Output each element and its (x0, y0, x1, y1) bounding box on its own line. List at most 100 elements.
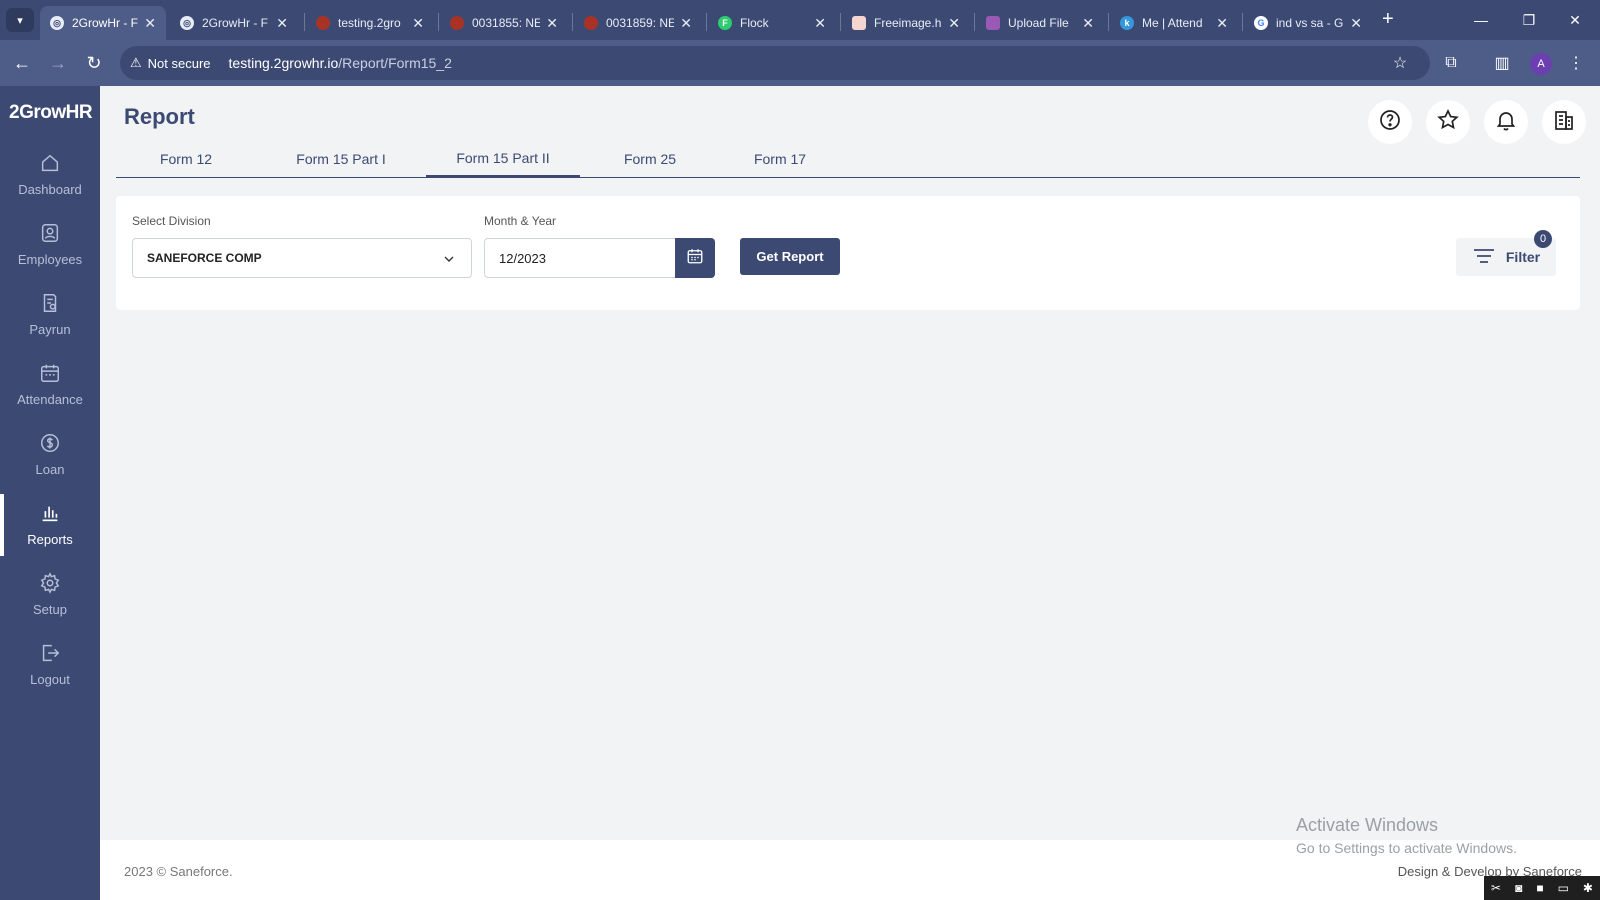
browser-tab[interactable]: Freeimage.h ✕ (842, 6, 970, 40)
puzzle-icon: ⧉ (1445, 54, 1457, 71)
company-button[interactable] (1542, 100, 1586, 144)
forward-button[interactable]: → (46, 51, 70, 75)
close-tab-icon[interactable]: ✕ (680, 15, 692, 32)
reload-icon: ↻ (86, 52, 102, 73)
close-tab-icon[interactable]: ✕ (814, 15, 826, 32)
sidebar-item-label: Attendance (17, 392, 83, 407)
window-icon[interactable]: ▭ (1558, 881, 1569, 895)
close-tab-icon[interactable]: ✕ (276, 15, 288, 32)
close-tab-icon[interactable]: ✕ (546, 15, 558, 32)
browser-tab[interactable]: G ind vs sa - G ✕ (1244, 6, 1372, 40)
page-title: Report (124, 104, 195, 129)
sidebar-item-label: Employees (17, 252, 83, 267)
sidebar-item-label: Reports (27, 532, 73, 547)
tab-search-button[interactable]: ▾ (6, 8, 34, 32)
tab-divider (1108, 13, 1109, 31)
browser-tab[interactable]: F Flock ✕ (708, 6, 836, 40)
settings-icon[interactable]: ✱ (1583, 881, 1593, 895)
url-path: /Report/Form15_2 (338, 55, 452, 71)
security-label: Not secure (147, 55, 211, 71)
camera-icon[interactable]: ◙ (1515, 881, 1522, 895)
freeimage-icon (852, 16, 866, 30)
tab-form-15-part-1[interactable]: Form 15 Part I (266, 140, 416, 178)
saneforce-icon (316, 16, 330, 30)
browser-tab[interactable]: 0031859: NE ✕ (574, 6, 702, 40)
division-select[interactable]: SANEFORCE COMP (132, 238, 472, 278)
saneforce-icon (450, 16, 464, 30)
minimize-window-button[interactable]: — (1458, 6, 1504, 34)
sidebar-item-logout[interactable]: Logout (0, 640, 100, 700)
app-logo[interactable]: 2GrowHR (9, 102, 93, 124)
side-panel-button[interactable]: ▥ (1491, 52, 1513, 74)
back-button[interactable]: ← (10, 51, 34, 75)
browser-tab-strip: ▾ ◎ 2GrowHr - F ✕ ◎ 2GrowHr - F ✕ testin… (0, 0, 1600, 40)
snip-icon[interactable]: ✂ (1491, 881, 1501, 895)
tab-divider (572, 13, 573, 31)
profile-avatar[interactable]: A (1530, 53, 1552, 75)
main-content: Report Form 12 Form 15 Part I Form 15 Pa… (100, 86, 1600, 900)
browser-tab[interactable]: testing.2gro ✕ (306, 6, 434, 40)
sidebar-item-attendance[interactable]: Attendance (0, 360, 100, 420)
sidebar-item-reports[interactable]: Reports (0, 494, 100, 560)
sidebar-item-setup[interactable]: Setup (0, 570, 100, 630)
restore-window-button[interactable]: ❐ (1506, 6, 1552, 34)
help-button[interactable] (1368, 100, 1412, 144)
close-tab-icon[interactable]: ✕ (144, 15, 156, 32)
address-bar[interactable]: ⚠ Not secure testing.2growhr.io/Report/F… (120, 46, 1430, 80)
tab-divider (438, 13, 439, 31)
extensions-button[interactable]: ⧉ (1440, 52, 1462, 74)
close-window-button[interactable]: ✕ (1552, 6, 1598, 34)
favorites-button[interactable] (1426, 100, 1470, 144)
tab-form-12[interactable]: Form 12 (136, 140, 236, 178)
tab-divider (1242, 13, 1243, 31)
browser-tab[interactable]: 0031855: NE ✕ (440, 6, 568, 40)
get-report-button[interactable]: Get Report (740, 238, 840, 275)
browser-toolbar: ← → ↻ ⚠ Not secure testing.2growhr.io/Re… (0, 40, 1600, 86)
notifications-button[interactable] (1484, 100, 1528, 144)
sidebar: 2GrowHR Dashboard Employees Payrun Atten… (0, 86, 100, 900)
sidebar-item-payrun[interactable]: Payrun (0, 290, 100, 350)
close-tab-icon[interactable]: ✕ (412, 15, 424, 32)
site-security-chip[interactable]: ⚠ Not secure (130, 55, 211, 71)
url-text[interactable]: testing.2growhr.io/Report/Form15_2 (229, 55, 452, 71)
globe-icon: ◎ (50, 16, 64, 30)
warning-icon: ⚠ (130, 55, 142, 70)
k-icon: k (1120, 16, 1134, 30)
reload-button[interactable]: ↻ (82, 51, 106, 75)
tab-divider (840, 13, 841, 31)
video-icon[interactable]: ■ (1536, 881, 1543, 895)
close-tab-icon[interactable]: ✕ (1216, 15, 1228, 32)
sidebar-item-employees[interactable]: Employees (0, 220, 100, 280)
restore-icon: ❐ (1522, 12, 1536, 28)
close-tab-icon[interactable]: ✕ (1082, 15, 1094, 32)
browser-menu-button[interactable]: ⋮ (1565, 52, 1587, 74)
sidebar-item-loan[interactable]: Loan (0, 430, 100, 490)
more-vert-icon: ⋮ (1568, 55, 1584, 72)
browser-tab[interactable]: k Me | Attend ✕ (1110, 6, 1238, 40)
star-icon (1436, 108, 1460, 137)
minimize-icon: — (1474, 12, 1488, 28)
browser-tab[interactable]: Upload File ✕ (976, 6, 1104, 40)
sidebar-item-label: Setup (33, 602, 67, 617)
chevron-down-icon: ▾ (17, 14, 23, 27)
bookmark-star-button[interactable]: ☆ (1389, 52, 1411, 74)
building-icon (1552, 108, 1576, 137)
close-tab-icon[interactable]: ✕ (948, 15, 960, 32)
globe-icon: ◎ (180, 16, 194, 30)
calendar-picker-button[interactable] (675, 238, 715, 278)
close-tab-icon[interactable]: ✕ (1350, 15, 1362, 32)
tab-form-15-part-2[interactable]: Form 15 Part II (426, 140, 580, 178)
logout-icon (37, 640, 63, 666)
division-label: Select Division (132, 214, 211, 228)
tab-form-17[interactable]: Form 17 (730, 140, 830, 178)
filter-lines-icon (1472, 247, 1496, 268)
gear-icon (37, 570, 63, 596)
browser-tab[interactable]: ◎ 2GrowHr - F ✕ (40, 6, 166, 40)
new-tab-button[interactable]: + (1382, 8, 1394, 30)
tab-divider (706, 13, 707, 31)
browser-tab[interactable]: ◎ 2GrowHr - F ✕ (170, 6, 298, 40)
tab-form-25[interactable]: Form 25 (600, 140, 700, 178)
sidebar-item-dashboard[interactable]: Dashboard (0, 150, 100, 210)
arrow-right-icon: → (49, 52, 67, 73)
month-year-input[interactable]: 12/2023 (484, 238, 676, 278)
